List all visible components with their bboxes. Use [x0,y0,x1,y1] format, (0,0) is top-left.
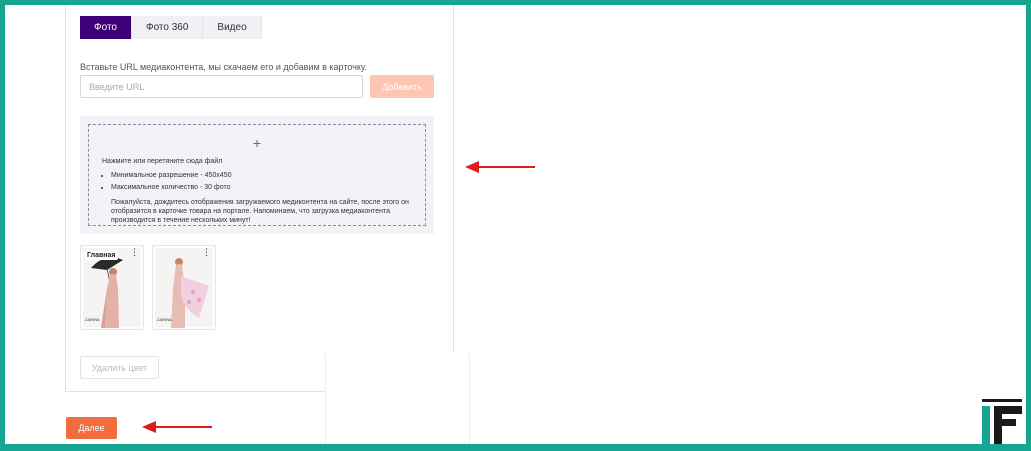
drop-zone-border[interactable]: + Нажмите или перетяните сюда файл Миним… [88,124,426,226]
watermark-logo-icon [982,399,1022,444]
main-photo-badge: Главная [84,251,119,260]
tab-photo-360[interactable]: Фото 360 [131,16,204,39]
photo-thumbnail[interactable]: ⋮ ZARINA [152,245,216,330]
rule-max-count: Максимальное количество - 30 фото [111,184,232,191]
upload-drop-zone[interactable]: + Нажмите или перетяните сюда файл Миним… [80,116,434,234]
more-vertical-icon[interactable]: ⋮ [130,248,139,257]
rule-min-resolution: Минимальное разрешение - 450x450 [111,172,232,179]
tab-photo[interactable]: Фото [80,16,132,39]
media-card: Фото Фото 360 Видео Вставьте URL медиако… [65,5,454,392]
screenshot-canvas: Фото Фото 360 Видео Вставьте URL медиако… [5,5,1026,444]
add-url-button[interactable]: Добавить [370,75,434,98]
url-hint: Вставьте URL медиаконтента, мы скачаем е… [80,62,368,72]
brand-mark: ZARINA [157,317,172,322]
product-photo [155,248,213,328]
background-panel [325,353,470,444]
plus-icon: + [252,135,262,151]
more-vertical-icon[interactable]: ⋮ [202,248,211,257]
delete-color-button[interactable]: Удалить цвет [80,356,159,379]
annotation-arrow-left-icon [465,161,535,173]
photo-thumbnail-main[interactable]: Главная ⋮ ZARINA [80,245,144,330]
tab-video[interactable]: Видео [203,16,262,39]
brand-mark: ZARINA [85,317,100,322]
url-input[interactable] [80,75,363,98]
annotation-arrow-left-icon [142,421,212,433]
next-button[interactable]: Далее [66,417,117,439]
drop-zone-title: Нажмите или перетяните сюда файл [102,158,223,165]
upload-note: Пожалуйста, дождитесь отображения загруж… [111,199,409,224]
media-tabs: Фото Фото 360 Видео [80,16,262,39]
upload-rules: Минимальное разрешение - 450x450 Максима… [111,172,232,196]
